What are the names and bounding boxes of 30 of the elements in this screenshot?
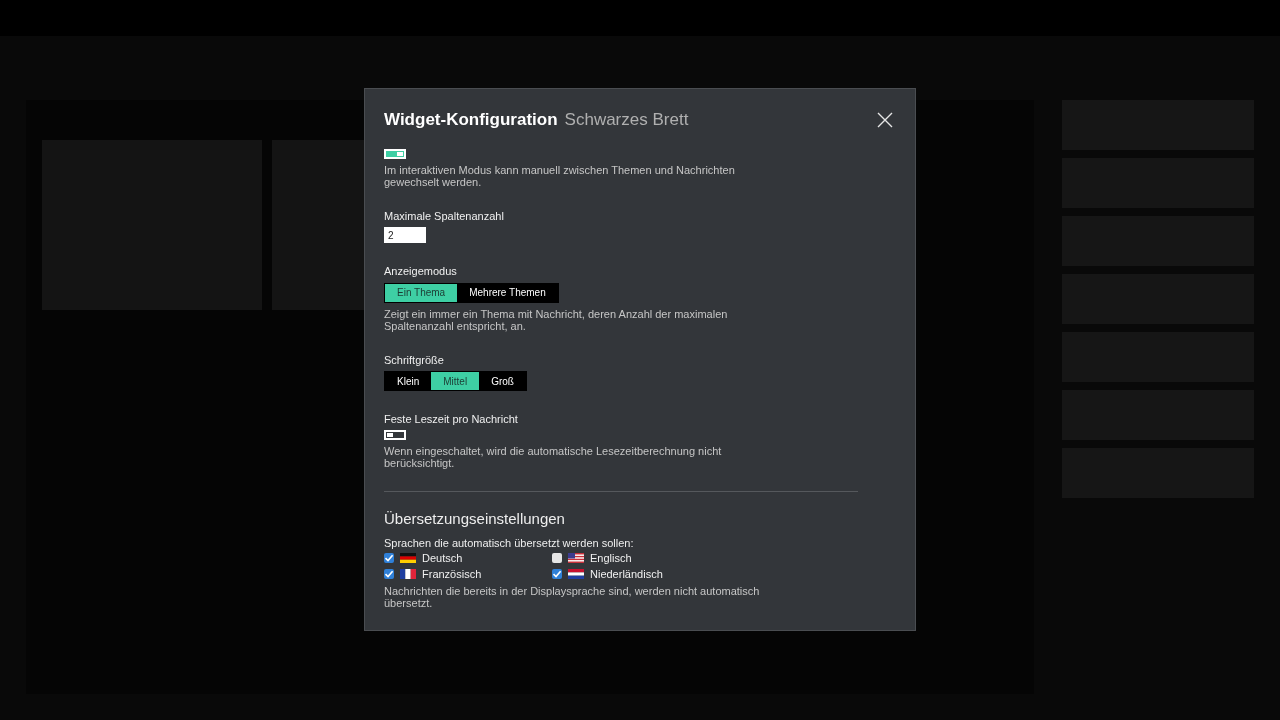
segment-option[interactable]: Ein Thema [385, 283, 458, 302]
setting-label: Maximale Spaltenanzahl [384, 210, 505, 222]
help-text: Zeigt ein immer ein Thema mit Nachricht, deren Anzahl der maximalen Spaltenanzahl entspricht, an. [384, 307, 729, 332]
dialog-title: Widget-Konfiguration [384, 110, 558, 130]
close-button[interactable] [877, 112, 893, 128]
checkbox[interactable] [552, 569, 562, 579]
setting-label: Anzeigemodus [384, 265, 458, 277]
section-heading: Übersetzungseinstellungen [384, 510, 566, 527]
toggle-switch[interactable] [384, 149, 406, 159]
flag-icon [568, 569, 584, 579]
help-text: Wenn eingeschaltet, wird die automatische Lesezeitberechnung nicht berücksichtigt. [384, 445, 723, 469]
language-label: Französisch [422, 568, 482, 580]
dialog-subtitle: Schwarzes Brett [564, 110, 689, 130]
language-label: Niederländisch [590, 568, 663, 580]
help-text: Nachrichten die bereits in der Displaysprache sind, werden nicht automatisch übersetzt. [384, 585, 761, 609]
setting-label: Schriftgröße [384, 353, 445, 366]
flag-icon [568, 553, 584, 563]
segment-option[interactable]: Mittel [431, 372, 480, 390]
checkbox[interactable] [384, 553, 394, 563]
language-label: Englisch [590, 552, 632, 564]
toggle-switch[interactable] [384, 430, 406, 440]
number-field[interactable]: 2 [384, 227, 426, 243]
checkbox[interactable] [384, 569, 394, 579]
help-text: Im interaktiven Modus kann manuell zwischen Themen und Nachrichten gewechselt werden. [384, 164, 736, 188]
language-label: Deutsch [422, 552, 463, 564]
flag-icon [400, 569, 416, 579]
checkbox[interactable] [552, 553, 562, 563]
setting-label: Feste Leszeit pro Nachricht [384, 413, 519, 425]
flag-icon [400, 553, 416, 563]
setting-label: Sprachen die automatisch übersetzt werden sollen: [384, 537, 635, 549]
